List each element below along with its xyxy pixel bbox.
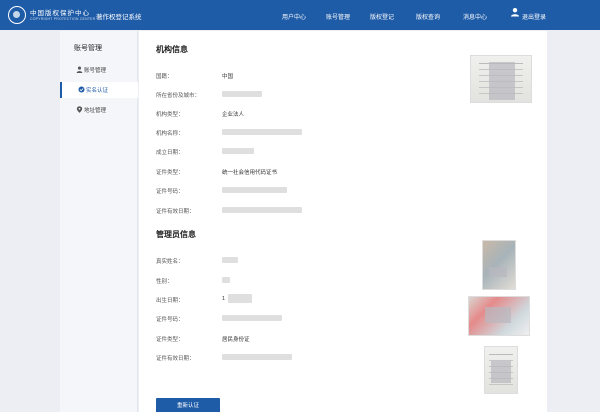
reauthenticate-button[interactable]: 重新认证	[156, 398, 220, 412]
sidebar-item-account-management[interactable]: 账号管理 ›	[60, 62, 183, 78]
nav-copyright-registration[interactable]: 版权登记	[370, 12, 394, 21]
sidebar-item-label: 账号管理	[84, 68, 107, 74]
redacted-image-area	[489, 62, 515, 100]
sidebar-title: 账号管理	[74, 45, 102, 52]
redacted-value	[228, 294, 252, 303]
redacted-image-area	[485, 307, 511, 323]
field-label-birth-date: 出生日期：	[156, 298, 184, 304]
location-pin-icon	[76, 106, 83, 113]
org-logo-icon	[8, 6, 26, 24]
field-label-real-name: 真实姓名：	[156, 259, 184, 265]
user-icon	[76, 66, 83, 73]
logout-link[interactable]: 退出登录	[522, 12, 546, 21]
nav-account-management[interactable]: 账号管理	[326, 12, 350, 21]
field-label-admin-cert-type: 证件类型：	[156, 337, 184, 343]
business-license-image[interactable]	[470, 55, 532, 103]
admin-info-title: 管理员信息	[156, 230, 196, 239]
redacted-value	[222, 207, 302, 213]
field-label-admin-cert-number: 证件号码：	[156, 317, 184, 323]
field-label-province-city: 所在省份及城市：	[156, 93, 201, 99]
field-label-nationality: 国籍：	[156, 74, 173, 80]
system-name: 著作权登记系统	[96, 14, 142, 21]
nav-message-center[interactable]: 消息中心	[463, 12, 487, 21]
user-avatar-icon[interactable]	[510, 7, 520, 17]
field-value-birth-date: 1	[222, 296, 226, 302]
field-label-admin-cert-valid-date: 证件有效日期：	[156, 356, 195, 362]
field-label-org-type: 机构类型：	[156, 112, 184, 118]
field-label-cert-type: 证件类型：	[156, 170, 184, 176]
nav-user-center[interactable]: 用户中心	[282, 12, 306, 21]
sidebar-item-address-management[interactable]: 地址管理 ›	[60, 102, 183, 118]
redacted-value	[222, 91, 262, 97]
redacted-value	[222, 354, 292, 360]
field-label-gender: 性别：	[156, 279, 173, 285]
redacted-image-area	[489, 267, 507, 277]
redacted-value	[222, 187, 287, 193]
field-value-nationality: 中国	[222, 74, 234, 80]
verify-icon	[78, 86, 85, 93]
redacted-value	[222, 277, 230, 283]
field-value-cert-type: 统一社会信用代码证书	[222, 170, 278, 176]
redacted-value	[222, 257, 238, 263]
org-subtitle: COPYRIGHT PROTECTION CENTER	[30, 17, 96, 21]
id-card-back-image[interactable]	[468, 296, 530, 336]
id-card-front-image[interactable]	[482, 240, 516, 290]
field-label-cert-number: 证件号码：	[156, 189, 184, 195]
sidebar-item-label: 地址管理	[84, 108, 107, 114]
field-value-org-type: 企业法人	[222, 112, 245, 118]
org-name: 中国版权保护中心	[30, 9, 90, 17]
field-label-org-name: 机构名称：	[156, 131, 184, 137]
redacted-value	[222, 129, 302, 135]
field-label-established-date: 成立日期：	[156, 150, 184, 156]
top-navigation-bar: 中国版权保护中心 COPYRIGHT PROTECTION CENTER 著作权…	[0, 0, 600, 30]
id-document-image[interactable]	[484, 346, 518, 394]
redacted-value	[222, 315, 282, 321]
nav-copyright-query[interactable]: 版权查询	[416, 12, 440, 21]
field-value-admin-cert-type: 居民身份证	[222, 337, 250, 343]
redacted-image-area	[491, 361, 511, 383]
field-label-cert-valid-date: 证件有效日期：	[156, 209, 195, 215]
sidebar-item-label: 实名认证	[86, 88, 109, 94]
org-info-title: 机构信息	[156, 45, 188, 54]
redacted-value	[222, 148, 254, 154]
sidebar-item-real-name-verification[interactable]: 实名认证 ›	[60, 82, 185, 98]
